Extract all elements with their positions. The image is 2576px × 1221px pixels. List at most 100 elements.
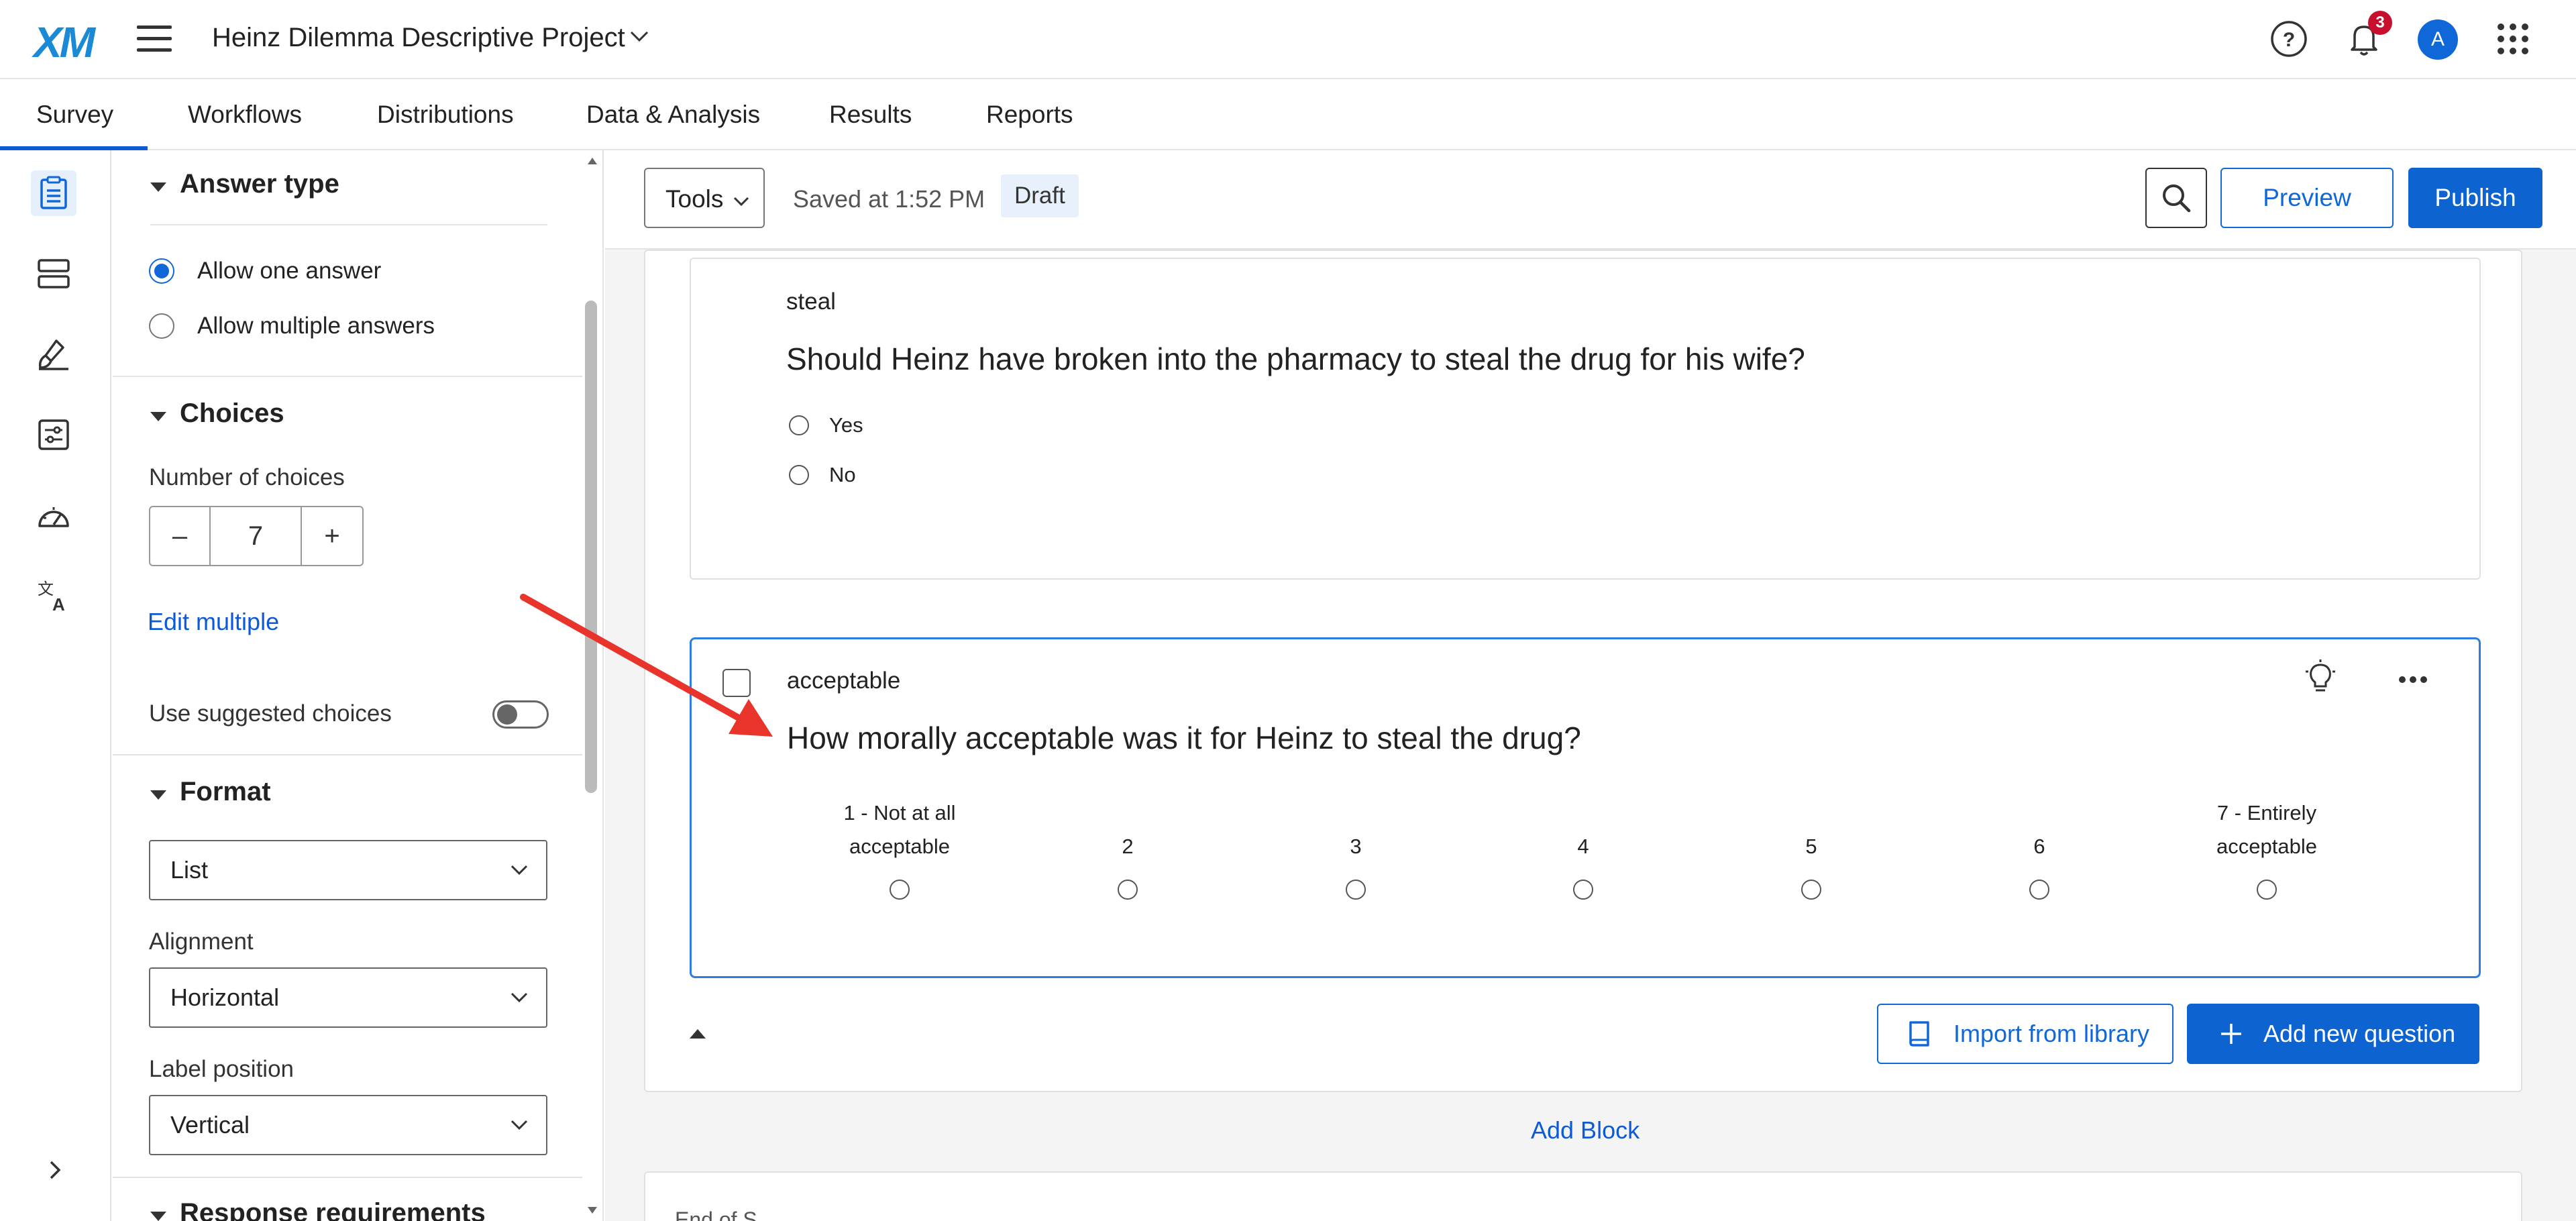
caret-down-icon[interactable] (150, 1212, 166, 1221)
choice-label[interactable]: Yes (829, 413, 863, 437)
publish-button[interactable]: Publish (2408, 168, 2542, 228)
import-from-library-button[interactable]: Import from library (1877, 1004, 2174, 1064)
more-options-icon[interactable] (2393, 666, 2433, 693)
scale-label-1[interactable]: 1 - Not at all acceptable (822, 796, 977, 863)
chevron-down-icon (511, 865, 528, 875)
allow-multiple-answers-label: Allow multiple answers (197, 313, 435, 339)
saved-status: Saved at 1:52 PM (793, 185, 985, 213)
add-block-link[interactable]: Add Block (1531, 1116, 1640, 1145)
question-text[interactable]: How morally acceptable was it for Heinz … (787, 720, 1581, 756)
survey-toolbar: Tools Saved at 1:52 PM Draft Preview Pub… (605, 150, 2576, 250)
scale-label-2[interactable]: 2 (1051, 796, 1205, 863)
end-of-survey-text: End of S... (675, 1208, 775, 1221)
question-id[interactable]: steal (786, 288, 836, 315)
scale-label-7[interactable]: 7 - Entirely acceptable (2190, 796, 2344, 863)
help-icon[interactable]: ? (2267, 17, 2310, 60)
tab-data-analysis[interactable]: Data & Analysis (586, 101, 760, 129)
hamburger-menu-icon[interactable] (137, 25, 172, 52)
tab-reports[interactable]: Reports (986, 101, 1073, 129)
answer-type-heading[interactable]: Answer type (180, 169, 339, 199)
scale-radio-6[interactable] (2029, 880, 2049, 900)
number-of-choices-input[interactable]: 7 (211, 507, 302, 565)
tools-button[interactable]: Tools (644, 168, 765, 228)
collapse-block-icon[interactable] (690, 1029, 706, 1039)
scale-radio-3[interactable] (1346, 880, 1366, 900)
apps-grid-icon[interactable] (2491, 17, 2534, 60)
search-button[interactable] (2145, 168, 2207, 228)
chevron-down-icon[interactable] (629, 30, 649, 43)
scale-radio-4[interactable] (1573, 880, 1593, 900)
format-heading[interactable]: Format (180, 777, 271, 807)
radio-unselected[interactable] (149, 313, 174, 339)
response-requirements-heading[interactable]: Response requirements (180, 1198, 486, 1221)
choice-yes[interactable]: Yes (789, 413, 863, 437)
scale-radio-7[interactable] (2257, 880, 2277, 900)
survey-flow-icon[interactable] (31, 251, 76, 297)
svg-text:A: A (52, 594, 65, 613)
scale-radio-1[interactable] (890, 880, 910, 900)
radio-selected[interactable] (149, 258, 174, 284)
scale-label-3[interactable]: 3 (1279, 796, 1433, 863)
tab-survey[interactable]: Survey (36, 101, 113, 129)
add-new-question-button[interactable]: Add new question (2187, 1004, 2479, 1064)
tab-distributions[interactable]: Distributions (377, 101, 514, 129)
expand-panel-icon[interactable] (44, 1157, 66, 1183)
scroll-up-icon[interactable] (587, 157, 598, 165)
caret-down-icon[interactable] (150, 182, 166, 192)
decrement-button[interactable]: – (150, 507, 211, 565)
caret-down-icon[interactable] (150, 412, 166, 421)
question-card-steal[interactable]: steal Should Heinz have broken into the … (690, 258, 2481, 580)
gauge-icon[interactable] (31, 492, 76, 538)
preview-button[interactable]: Preview (2220, 168, 2394, 228)
increment-button[interactable]: + (302, 507, 362, 565)
scale-radio-2[interactable] (1118, 880, 1138, 900)
question-card-acceptable[interactable]: acceptable How morally acceptable was it… (690, 637, 2481, 978)
format-type-value: List (170, 856, 209, 884)
label-position-select[interactable]: Vertical (149, 1095, 547, 1155)
divider (113, 376, 582, 377)
project-title[interactable]: Heinz Dilemma Descriptive Project (212, 23, 625, 53)
lightbulb-icon[interactable] (2302, 658, 2339, 696)
tab-bar: Survey Workflows Distributions Data & An… (0, 81, 2576, 150)
scale-label-line: 7 - Entirely (2216, 801, 2317, 825)
choices-heading[interactable]: Choices (180, 399, 284, 429)
scroll-down-icon[interactable] (587, 1206, 598, 1214)
draft-badge: Draft (1001, 174, 1079, 217)
question-id[interactable]: acceptable (787, 668, 900, 694)
scale-radio-5[interactable] (1801, 880, 1821, 900)
svg-text:文: 文 (38, 580, 54, 598)
xm-logo[interactable]: XM (34, 17, 95, 67)
translate-icon[interactable]: 文 A (31, 573, 76, 619)
scale-label-line: acceptable (2216, 835, 2317, 858)
choice-radio[interactable] (789, 415, 809, 435)
chevron-down-icon (511, 1120, 528, 1130)
allow-one-answer-label: Allow one answer (197, 258, 382, 284)
scale-label-line: acceptable (849, 835, 950, 858)
caret-down-icon[interactable] (150, 790, 166, 800)
scale-label-5[interactable]: 5 (1734, 796, 1888, 863)
choice-label[interactable]: No (829, 463, 856, 487)
choice-no[interactable]: No (789, 463, 856, 487)
scale-label-line: 5 (1805, 835, 1817, 858)
question-text[interactable]: Should Heinz have broken into the pharma… (786, 341, 1805, 377)
scale-label-4[interactable]: 4 (1506, 796, 1660, 863)
notification-badge: 3 (2368, 11, 2392, 35)
divider (113, 754, 582, 755)
edit-multiple-link[interactable]: Edit multiple (148, 608, 279, 636)
format-type-select[interactable]: List (149, 840, 547, 900)
scale-label-6[interactable]: 6 (1962, 796, 2116, 863)
end-of-survey-block: End of S... (644, 1171, 2522, 1221)
look-and-feel-icon[interactable] (31, 331, 76, 377)
tab-results[interactable]: Results (829, 101, 912, 129)
avatar[interactable]: A (2418, 19, 2458, 60)
alignment-select[interactable]: Horizontal (149, 967, 547, 1028)
survey-options-icon[interactable] (31, 412, 76, 458)
scale-label-line: 2 (1122, 835, 1134, 858)
allow-one-answer-option[interactable]: Allow one answer (149, 258, 381, 284)
alignment-label: Alignment (149, 928, 254, 955)
allow-multiple-answers-option[interactable]: Allow multiple answers (149, 313, 435, 339)
survey-icon[interactable] (31, 170, 76, 216)
tab-workflows[interactable]: Workflows (188, 101, 302, 129)
choice-radio[interactable] (789, 465, 809, 485)
top-bar: XM Heinz Dilemma Descriptive Project ? 3… (0, 0, 2576, 79)
